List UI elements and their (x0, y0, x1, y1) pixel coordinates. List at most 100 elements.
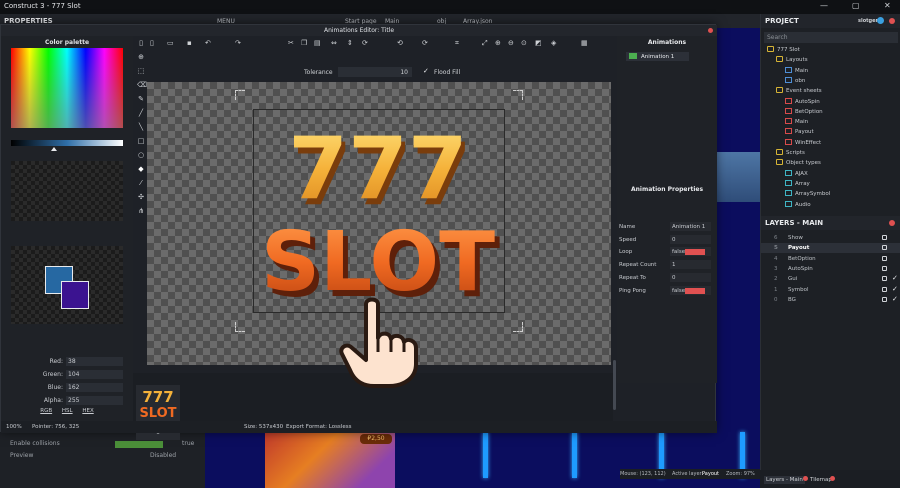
new-file-icon[interactable]: ▯ (137, 39, 145, 47)
layers-icon[interactable]: ◈ (551, 39, 556, 47)
lock-icon[interactable] (882, 255, 887, 261)
property-row[interactable]: Speed 0 (617, 234, 717, 246)
zoom-out-icon[interactable]: ⊖ (508, 39, 514, 47)
close-panel-icon[interactable] (889, 220, 895, 226)
lock-icon[interactable] (882, 296, 887, 302)
secondary-color-swatch[interactable] (61, 281, 89, 309)
layer-row[interactable]: 5 Payout (761, 243, 900, 254)
color-swatches[interactable] (11, 161, 123, 221)
undo-icon[interactable]: ↶ (205, 39, 211, 47)
project-tree-item[interactable]: Audio (785, 200, 811, 211)
visible-check-icon[interactable]: ✓ (892, 295, 898, 303)
user-avatar[interactable] (877, 17, 884, 24)
flip-horizontal-icon[interactable]: ⇔ (331, 39, 337, 47)
shade-slider-handle[interactable] (51, 147, 57, 151)
hsl-mode-link[interactable]: HSL (62, 408, 73, 414)
project-tree-item[interactable]: Main (785, 118, 808, 128)
property-row[interactable]: Loop false (617, 246, 717, 258)
property-row[interactable]: Repeat To 0 (617, 272, 717, 284)
project-tree-item[interactable]: ArraySymbol (785, 190, 830, 200)
property-value[interactable]: Animation 1 (670, 222, 711, 231)
layer-row[interactable]: 4 BetOption (761, 254, 900, 264)
project-tree-item[interactable]: obn (785, 76, 805, 87)
property-row[interactable]: Ping Pong false (617, 285, 717, 297)
shade-slider[interactable] (11, 140, 123, 146)
layer-row[interactable]: 1 Symbol ✓ (761, 285, 900, 295)
visible-check-icon[interactable]: ✓ (892, 274, 898, 282)
property-value[interactable]: false (670, 247, 711, 257)
lock-icon[interactable] (882, 235, 887, 240)
project-tree-item[interactable]: AJAX (785, 169, 808, 180)
visible-check-icon[interactable]: ✓ (892, 285, 898, 293)
lock-icon[interactable] (882, 276, 887, 282)
lock-icon[interactable] (882, 265, 887, 271)
copy-icon[interactable]: ❐ (301, 39, 307, 47)
crosshair-icon[interactable]: ⊕ (137, 53, 145, 61)
maximize-icon[interactable]: ▢ (852, 1, 860, 10)
close-tab-icon[interactable] (803, 476, 808, 481)
blue-input[interactable]: 162 (66, 383, 123, 392)
tolerance-input[interactable]: 10 (338, 67, 412, 77)
zoom-in-icon[interactable]: ⊕ (495, 39, 501, 47)
user-name[interactable]: slotgen (858, 18, 879, 24)
project-tree-item[interactable]: Object types (776, 159, 821, 169)
resize-icon[interactable]: ⤢ (482, 39, 488, 48)
brush-icon[interactable]: ╱ (137, 109, 145, 117)
layer-row[interactable]: 6 Show (761, 233, 900, 243)
paste-icon[interactable]: ▤ (314, 39, 321, 47)
project-tree-item[interactable]: BetOption (785, 107, 823, 118)
project-tree-item[interactable]: WinEffect (785, 138, 821, 149)
alpha-input[interactable]: 255 (66, 396, 123, 405)
origin-icon[interactable]: ✣ (137, 193, 145, 201)
flood-fill-checkbox[interactable]: ✓ (423, 68, 429, 75)
layer-row[interactable]: 3 AutoSpin (761, 264, 900, 274)
redo-icon[interactable]: ↷ (235, 39, 241, 47)
rotate-ccw-icon[interactable]: ⟲ (397, 39, 403, 47)
fill-bucket-icon[interactable]: ◆ (137, 165, 145, 173)
toggle-swatch[interactable] (685, 287, 705, 294)
import-icon[interactable]: ▭ (167, 39, 174, 47)
project-tree-item[interactable]: Scripts (776, 149, 805, 159)
grid-icon[interactable]: ▦ (581, 39, 588, 47)
close-dialog-icon[interactable] (708, 28, 713, 33)
close-icon[interactable]: ✕ (884, 1, 891, 10)
flip-vertical-icon[interactable]: ⇕ (347, 39, 353, 47)
save-icon[interactable]: ▪ (187, 39, 192, 47)
project-tree-item[interactable]: Main (785, 66, 808, 77)
project-tree-item[interactable]: Payout (785, 128, 814, 138)
rotate-cw-icon[interactable]: ⟳ (422, 39, 428, 47)
toggle-swatch[interactable] (685, 249, 705, 256)
property-value[interactable]: 1 (670, 260, 711, 270)
rgb-mode-link[interactable]: RGB (40, 408, 52, 414)
minimize-icon[interactable]: — (820, 1, 828, 10)
new-icon[interactable]: ▯ (150, 39, 154, 47)
eraser-icon[interactable]: ⌫ (137, 81, 147, 89)
line-icon[interactable]: ╲ (137, 123, 145, 131)
property-row[interactable]: Enable collisions true (10, 440, 200, 449)
project-tree-item[interactable]: Event sheets (776, 87, 822, 97)
tab-layers-main[interactable]: Layers - Main (764, 476, 805, 484)
tab-tilemap[interactable]: Tilemap (810, 477, 832, 483)
project-tree-item[interactable]: Layouts (776, 56, 808, 66)
property-row[interactable]: Repeat Count 1 (617, 259, 717, 271)
project-tree-item[interactable]: Array (785, 179, 810, 190)
close-panel-icon[interactable] (889, 18, 895, 24)
frames-scrollbar[interactable] (613, 360, 616, 410)
background-toggle-icon[interactable]: ◩ (535, 39, 542, 47)
rect-select-icon[interactable]: ⬚ (137, 67, 145, 75)
close-tab-icon[interactable] (830, 476, 835, 481)
rotate-icon[interactable]: ⟳ (362, 39, 368, 47)
ellipse-icon[interactable]: ○ (137, 151, 145, 159)
hex-mode-link[interactable]: HEX (82, 408, 93, 414)
layer-row[interactable]: 0 BG ✓ (761, 295, 900, 305)
property-row[interactable]: Preview Disabled (10, 452, 200, 461)
project-tree-item[interactable]: AutoSpin (785, 97, 820, 108)
crop-icon[interactable]: ⌗ (455, 39, 459, 48)
green-input[interactable]: 104 (66, 370, 123, 379)
lock-icon[interactable] (882, 245, 887, 251)
pencil-icon[interactable]: ✎ (137, 95, 145, 103)
property-value[interactable]: 0 (670, 272, 711, 282)
cut-icon[interactable]: ✂ (288, 39, 294, 47)
layer-row[interactable]: 2 Gui ✓ (761, 274, 900, 284)
lock-icon[interactable] (882, 286, 887, 292)
